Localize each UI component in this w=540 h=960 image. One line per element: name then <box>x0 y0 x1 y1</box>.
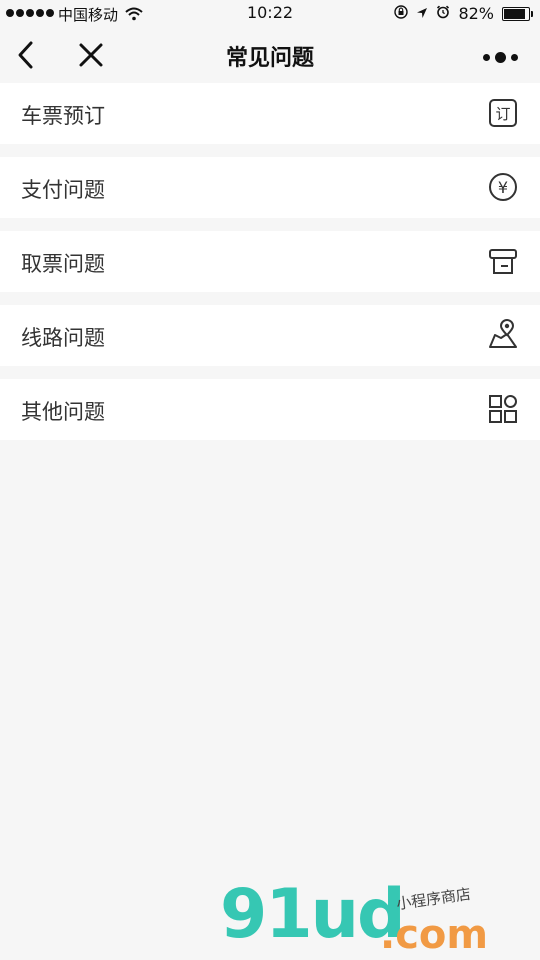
page-title: 常见问题 <box>225 46 314 71</box>
list-item-label: 车票预订 <box>21 104 105 128</box>
list-item-other[interactable]: 其他问题 <box>0 379 540 440</box>
grid-icon <box>489 395 517 423</box>
list-item-label: 取票问题 <box>21 252 105 276</box>
watermark-brand: 91ud <box>220 875 406 954</box>
navigation-bar: 常见问题 <box>0 28 540 82</box>
map-pin-icon <box>489 319 517 348</box>
svg-text:订: 订 <box>495 105 510 123</box>
location-arrow-icon <box>416 4 428 23</box>
watermark-domain: .com <box>380 912 489 958</box>
more-options-button[interactable] <box>483 52 518 63</box>
list-item-label: 其他问题 <box>21 400 105 424</box>
list-item-ticket-booking[interactable]: 车票预订 订 <box>0 83 540 144</box>
list-item-payment[interactable]: 支付问题 ¥ <box>0 157 540 218</box>
watermark: 91ud 小程序商店 .com <box>220 875 520 960</box>
list-item-label: 支付问题 <box>21 178 105 202</box>
list-item-ticket-pickup[interactable]: 取票问题 <box>0 231 540 292</box>
battery-icon <box>502 6 533 21</box>
battery-percent: 82% <box>458 4 494 23</box>
list-item-label: 线路问题 <box>21 326 105 350</box>
faq-list: 车票预订 订 支付问题 ¥ 取票问题 线路问题 其他问题 <box>0 83 540 453</box>
alarm-icon <box>436 4 450 23</box>
printer-icon <box>489 249 517 274</box>
yuan-icon: ¥ <box>489 173 517 201</box>
watermark-tagline: 小程序商店 <box>395 884 472 914</box>
svg-text:¥: ¥ <box>498 178 508 197</box>
list-item-route[interactable]: 线路问题 <box>0 305 540 366</box>
ticket-booking-icon: 订 <box>489 99 517 127</box>
status-bar: 中国移动 10:22 82% <box>0 0 540 28</box>
rotation-lock-icon <box>394 4 409 23</box>
